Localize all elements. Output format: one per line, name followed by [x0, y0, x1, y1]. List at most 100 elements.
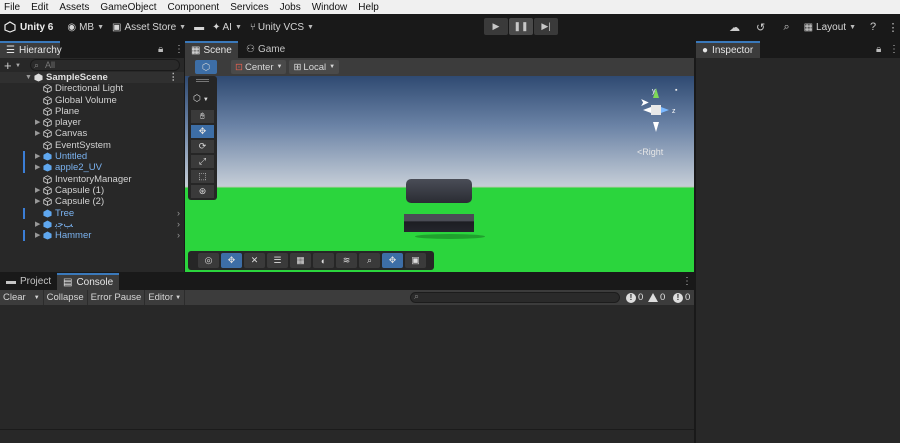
vcs-dropdown[interactable]: ⑂ Unity VCS ▼	[246, 17, 318, 37]
list-item[interactable]: ▶ Canvas	[0, 128, 184, 139]
chevron-down-icon[interactable]: ▼	[15, 63, 21, 69]
list-item[interactable]: ▶ ﺐﺟﺑ ›	[0, 219, 184, 230]
move-tool-button[interactable]: ✥	[191, 125, 214, 138]
menu-component[interactable]: Component	[168, 2, 220, 13]
menu-file[interactable]: File	[4, 2, 20, 13]
menu-jobs[interactable]: Jobs	[280, 2, 301, 13]
log-count-toggle[interactable]: ! 0	[626, 290, 643, 305]
lock-icon[interactable]: 🔒︎	[876, 44, 881, 55]
tab-scene[interactable]: ▦ Scene	[185, 41, 238, 58]
draw-mode-button[interactable]: ◎	[198, 253, 219, 268]
gizmo-lock-icon[interactable]: ▪	[675, 87, 677, 94]
kebab-icon[interactable]: ⋮	[682, 276, 692, 287]
list-item[interactable]: Tree ›	[0, 207, 184, 219]
pivot-mode-dropdown[interactable]: ⊡ Center ▼	[231, 60, 287, 74]
kebab-icon[interactable]: ⋮	[174, 44, 184, 55]
menu-assets[interactable]: Assets	[59, 2, 89, 13]
list-item[interactable]: InventoryManager	[0, 174, 184, 185]
pause-button[interactable]: ❚❚	[509, 18, 533, 35]
menu-help[interactable]: Help	[358, 2, 379, 13]
menu-edit[interactable]: Edit	[31, 2, 48, 13]
editor-dropdown[interactable]: Editor ▼	[145, 290, 186, 305]
list-item[interactable]: ▶ Hammer ›	[0, 230, 184, 242]
console-divider[interactable]	[0, 429, 694, 430]
expand-icon[interactable]: ▶	[35, 162, 40, 173]
menu-services[interactable]: Services	[230, 2, 268, 13]
kebab-icon[interactable]: ⋮	[889, 44, 899, 55]
gizmo-view-label[interactable]: <Right	[637, 147, 663, 157]
scene-object-top[interactable]	[406, 179, 472, 203]
list-item[interactable]: Directional Light	[0, 83, 184, 94]
overlay-grip[interactable]	[196, 79, 209, 82]
kebab-icon[interactable]: ⋮	[169, 72, 179, 83]
chevron-right-icon[interactable]: ›	[177, 230, 180, 241]
list-item[interactable]: Global Volume	[0, 95, 184, 106]
help-button[interactable]: ?	[860, 21, 886, 33]
error-count-toggle[interactable]: ! 0	[673, 290, 690, 305]
chevron-right-icon[interactable]: ›	[177, 219, 180, 230]
account-dropdown[interactable]: ◉ MB ▼	[63, 17, 108, 37]
list-item[interactable]: ▶ Untitled	[0, 151, 184, 163]
scene-object-bottom[interactable]	[404, 214, 474, 232]
tab-inspector[interactable]: ● Inspector	[696, 41, 760, 58]
console-log-list[interactable]	[0, 305, 694, 443]
expand-icon[interactable]: ▶	[35, 151, 40, 162]
clear-button[interactable]: Clear ▼	[0, 290, 44, 305]
scene-view-tool-button[interactable]: ⬡	[195, 60, 217, 74]
lock-icon[interactable]: 🔒︎	[158, 44, 163, 55]
scene-root-row[interactable]: ▼ SampleScene ⋮	[0, 72, 184, 84]
list-item[interactable]: ▶ Capsule (1)	[0, 185, 184, 196]
step-button[interactable]: ▶|	[534, 18, 558, 35]
chevron-down-icon[interactable]: ▼	[34, 295, 40, 301]
layout-dropdown[interactable]: ▦ Layout ▼	[800, 17, 860, 37]
list-item[interactable]: EventSystem	[0, 140, 184, 151]
menu-window[interactable]: Window	[312, 2, 348, 13]
list-item[interactable]: ▶ apple2_UV	[0, 162, 184, 174]
play-button[interactable]: ▶	[484, 18, 508, 35]
camera-button[interactable]: ▣	[405, 253, 426, 268]
error-pause-button[interactable]: Error Pause	[88, 290, 146, 305]
move-snap-button[interactable]: ✥	[221, 253, 242, 268]
asset-store-dropdown[interactable]: ▣ Asset Store ▼	[108, 17, 190, 37]
scale-tool-button[interactable]: ⤢	[191, 155, 214, 168]
unity-logo-button[interactable]: Unity 6	[0, 17, 57, 37]
expand-icon[interactable]: ▶	[35, 117, 40, 128]
orientation-gizmo[interactable]: y z	[631, 84, 681, 144]
rotate-tool-button[interactable]: ⟳	[191, 140, 214, 153]
package-button[interactable]: ▬	[190, 17, 208, 37]
expand-icon[interactable]: ▶	[35, 219, 40, 230]
tab-console[interactable]: ▤ Console	[57, 273, 120, 290]
ai-dropdown[interactable]: ✦ AI ▼	[208, 17, 246, 37]
tab-hierarchy[interactable]: ☰ Hierarchy	[0, 41, 62, 58]
list-item[interactable]: Plane	[0, 106, 184, 117]
tab-game[interactable]: ⚇ Game	[240, 41, 291, 58]
warning-count-toggle[interactable]: 0	[648, 290, 665, 305]
collapse-button[interactable]: Collapse	[44, 290, 88, 305]
expand-icon[interactable]: ▶	[35, 230, 40, 241]
pivot-rotation-dropdown[interactable]: ⊞ Local ▼	[289, 60, 340, 74]
cloud-button[interactable]: ☁	[722, 21, 748, 34]
view-tool-button[interactable]: ✋︎	[191, 110, 214, 123]
list-item[interactable]: ▶ player	[0, 117, 184, 128]
rect-tool-button[interactable]: ⬚	[191, 170, 214, 183]
console-search-input[interactable]: ⌕	[410, 291, 620, 303]
hierarchy-search-input[interactable]: ⌕ All	[30, 59, 180, 71]
menu-gameobject[interactable]: GameObject	[100, 2, 156, 13]
chevron-right-icon[interactable]: ›	[177, 208, 180, 219]
list-item[interactable]: ▶ Capsule (2)	[0, 196, 184, 207]
search-scene-button[interactable]: ⌕	[359, 253, 380, 268]
history-button[interactable]: ↺	[748, 21, 774, 34]
grid-button[interactable]: ▦	[290, 253, 311, 268]
lighting-button[interactable]: ◐	[313, 253, 334, 268]
transform-tool-button[interactable]: ⊛	[191, 185, 214, 198]
scene-viewport[interactable]: ⬡ ▼ ✋︎ ✥ ⟳ ⤢ ⬚ ⊛ y z ▪ <Right ➤ ◎ ✥ ✕ ☰ …	[185, 76, 694, 272]
align-button[interactable]: ☰	[267, 253, 288, 268]
tool-mode-dropdown[interactable]: ⬡ ▼	[193, 93, 209, 104]
more-button[interactable]: ⋮	[886, 21, 900, 34]
expand-icon[interactable]: ▼	[25, 72, 32, 83]
tab-project[interactable]: ▬ Project	[0, 273, 57, 290]
expand-icon[interactable]: ▶	[35, 128, 40, 139]
search-button[interactable]: ⌕	[774, 21, 800, 34]
gizmos-button[interactable]: ✥	[382, 253, 403, 268]
add-icon[interactable]: +	[4, 59, 12, 72]
